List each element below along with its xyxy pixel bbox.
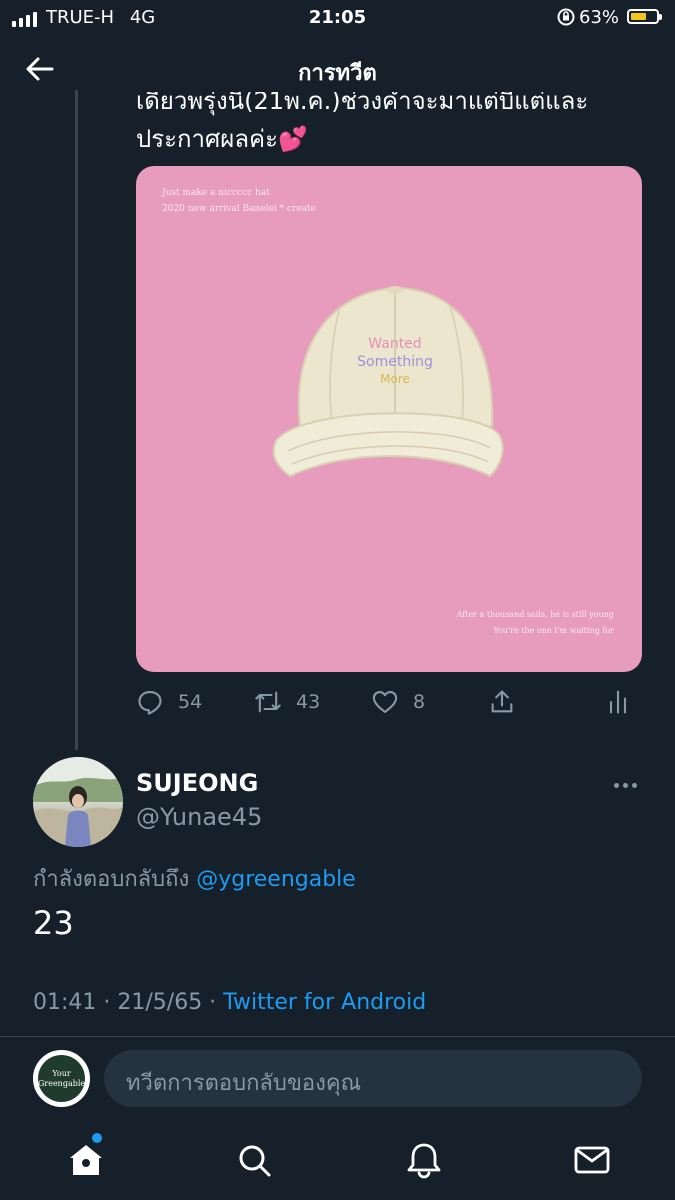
tweet-text-line: เดียวพรุ่งนี้(21พ.ค.)ช่วงค่ำจะมาแต่บีแต่…	[136, 92, 589, 115]
analytics-icon	[609, 690, 627, 714]
heart-icon	[372, 691, 398, 713]
reply-count: 54	[178, 691, 203, 713]
tweet-text-line: ประกาศผลค่ะ💕	[136, 125, 308, 153]
share-icon	[491, 690, 513, 713]
thread-line	[75, 90, 78, 750]
reply-author-handle[interactable]: @Yunae45	[136, 803, 262, 831]
like-action[interactable]: 8	[371, 688, 425, 716]
tab-messages[interactable]	[572, 1140, 612, 1180]
my-avatar[interactable]: Your Greengable	[33, 1050, 90, 1107]
rotation-lock-icon	[556, 7, 576, 32]
notifications-icon	[407, 1143, 441, 1179]
reply-text: 23	[33, 904, 74, 942]
image-caption: After a thousand sails, he is still youn…	[456, 610, 614, 619]
avatar-logo: Your Greengable	[38, 1055, 85, 1102]
tab-search[interactable]	[234, 1140, 274, 1180]
home-icon	[70, 1145, 102, 1175]
like-count: 8	[413, 691, 426, 713]
reply-action[interactable]: 54	[136, 688, 202, 716]
cap-illustration: Wanted Something More	[272, 286, 504, 478]
retweet-action[interactable]: 43	[254, 688, 320, 716]
tweet-meta: 01:41 · 21/5/65 · Twitter for Android	[33, 990, 426, 1015]
tab-home[interactable]	[66, 1140, 106, 1180]
battery-level-fill	[631, 13, 647, 20]
analytics-action[interactable]	[604, 688, 632, 716]
battery-percent: 63%	[579, 7, 620, 28]
tab-notifications[interactable]	[404, 1140, 444, 1180]
replying-prefix: กำลังตอบกลับถึง	[33, 867, 190, 892]
cap-embroidery: Wanted	[368, 336, 421, 352]
retweet-count: 43	[296, 691, 321, 713]
cap-embroidery: More	[380, 372, 410, 386]
parent-tweet-text: เดียวพรุ่งนี้(21พ.ค.)ช่วงค่ำจะมาแต่บีแต่…	[136, 92, 636, 154]
mention-link[interactable]: @ygreengable	[196, 867, 356, 892]
source-link[interactable]: Twitter for Android	[223, 990, 426, 1015]
avatar-logo-text: Your	[52, 1069, 71, 1078]
battery-icon	[627, 9, 662, 24]
status-bar: TRUE-H 4G 21:05 63%	[0, 0, 675, 36]
tweet-image[interactable]: Just make a niccccc hat 2020 new arrival…	[136, 166, 642, 672]
composer-placeholder: ทวีตการตอบกลับของคุณ	[126, 1071, 361, 1096]
search-icon	[239, 1145, 271, 1177]
share-action[interactable]	[488, 688, 516, 716]
image-caption: 2020 new arrival Banelei * create	[162, 204, 316, 214]
page-title: การทวีต	[298, 61, 377, 86]
avatar[interactable]	[33, 757, 123, 847]
image-caption: Just make a niccccc hat	[162, 188, 270, 198]
new-content-badge	[92, 1133, 102, 1143]
messages-icon	[574, 1146, 610, 1174]
timestamp: 01:41 · 21/5/65 ·	[33, 990, 224, 1015]
image-caption: You're the one I'm waiting for	[493, 626, 614, 635]
divider	[0, 1036, 675, 1037]
reply-composer-input[interactable]: ทวีตการตอบกลับของคุณ	[104, 1050, 642, 1107]
avatar-logo-text: Greengable	[38, 1079, 86, 1088]
replying-to: กำลังตอบกลับถึง @ygreengable	[33, 861, 356, 896]
reply-author-name[interactable]: SUJEONG	[136, 769, 258, 797]
reply-icon	[138, 691, 162, 715]
cap-embroidery: Something	[357, 354, 433, 370]
more-options-icon[interactable]	[614, 783, 637, 788]
retweet-icon	[255, 691, 281, 713]
avatar-photo	[33, 757, 123, 847]
